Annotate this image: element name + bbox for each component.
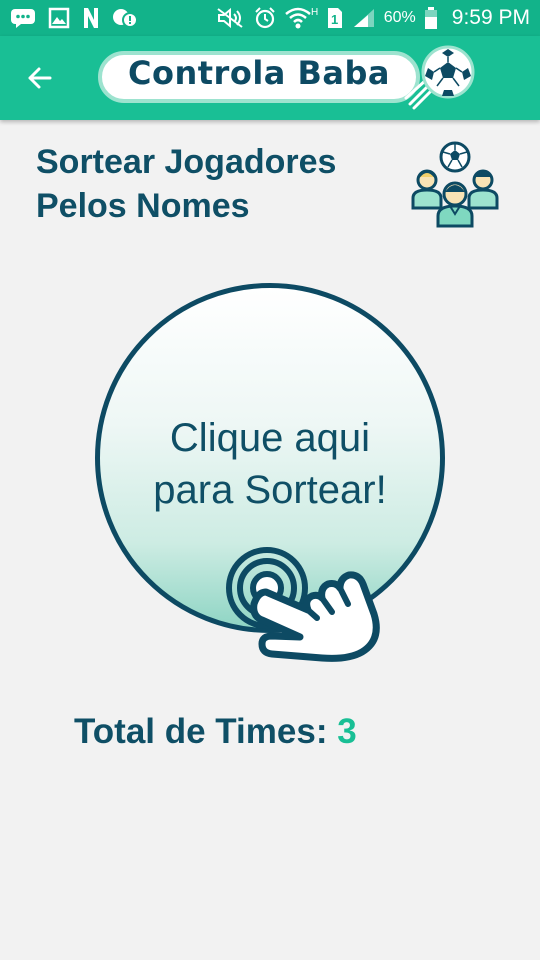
sim-icon: 1 xyxy=(327,8,342,28)
battery-percent: 60% xyxy=(383,9,416,26)
alarm-icon xyxy=(255,7,275,29)
app-bar: Controla Baba xyxy=(0,36,540,120)
status-bar: H 1 60% 9:59 PM xyxy=(0,0,540,36)
n-icon xyxy=(84,8,98,28)
draw-button-label: Clique aqui para Sortear! xyxy=(100,412,440,516)
app-logo: Controla Baba xyxy=(98,44,478,114)
back-button[interactable] xyxy=(22,60,58,96)
draw-label-line1: Clique aqui xyxy=(169,416,371,460)
logo-text: Controla Baba xyxy=(128,54,390,92)
total-teams: Total de Times: 3 xyxy=(74,712,357,752)
arrow-left-icon xyxy=(28,67,52,89)
total-teams-value: 3 xyxy=(337,712,357,751)
page-title: Sortear Jogadores Pelos Nomes xyxy=(36,140,396,228)
clock: 9:59 PM xyxy=(451,6,530,29)
players-group-icon xyxy=(411,141,499,228)
page-title-line1: Sortear Jogadores xyxy=(36,143,337,181)
wifi-icon: H xyxy=(284,7,318,29)
svg-text:H: H xyxy=(311,7,318,18)
draw-label-line2: para Sortear! xyxy=(153,468,387,512)
mute-icon xyxy=(217,7,243,29)
total-teams-label: Total de Times: xyxy=(74,712,338,751)
page-title-line2: Pelos Nomes xyxy=(36,187,250,225)
tap-hand-icon xyxy=(226,547,380,662)
svg-text:1: 1 xyxy=(331,12,338,27)
soccer-ball-icon xyxy=(404,45,475,110)
signal-icon xyxy=(353,9,374,27)
bubble-icon xyxy=(113,9,138,28)
image-icon xyxy=(48,7,70,29)
battery-icon xyxy=(424,7,437,29)
chat-icon xyxy=(11,9,35,28)
